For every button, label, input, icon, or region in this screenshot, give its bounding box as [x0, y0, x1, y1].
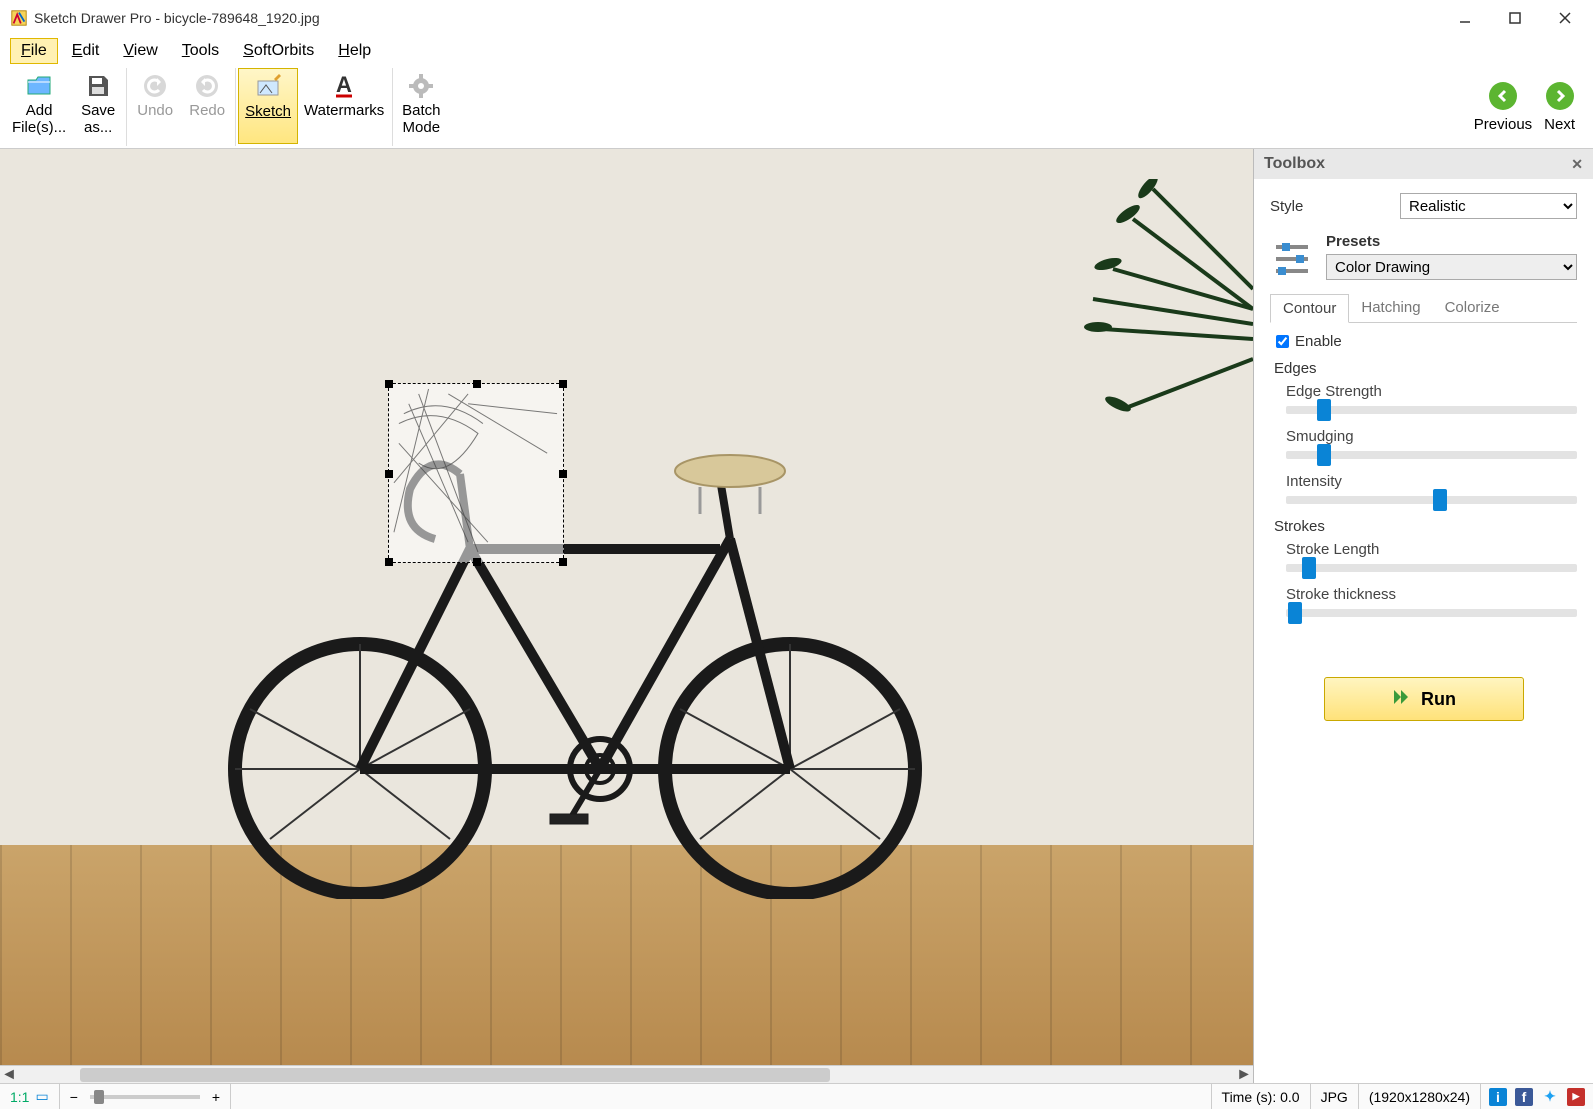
run-play-icon [1391, 687, 1411, 712]
title-bar: Sketch Drawer Pro - bicycle-789648_1920.… [0, 0, 1593, 36]
run-label: Run [1421, 689, 1456, 710]
next-arrow-icon [1546, 82, 1574, 110]
watermarks-icon: A [330, 72, 358, 100]
batch-mode-button[interactable]: Batch Mode [395, 68, 447, 144]
strokes-slider-label-0: Stroke Length [1286, 541, 1577, 558]
style-label: Style [1270, 198, 1400, 215]
menu-softorbits[interactable]: SoftOrbits [233, 39, 324, 63]
previous-label: Previous [1474, 116, 1532, 133]
presets-label: Presets [1326, 233, 1577, 250]
menu-bar: File Edit View Tools SoftOrbits Help [0, 36, 1593, 66]
toolbox-tabs: Contour Hatching Colorize [1270, 294, 1577, 323]
facebook-icon[interactable]: f [1515, 1088, 1533, 1106]
add-files-label: Add File(s)... [12, 102, 66, 137]
tab-colorize[interactable]: Colorize [1433, 294, 1512, 322]
enable-label: Enable [1295, 333, 1342, 350]
add-files-button[interactable]: Add File(s)... [6, 68, 72, 144]
youtube-icon[interactable]: ▶ [1567, 1088, 1585, 1106]
redo-button[interactable]: Redo [181, 68, 233, 144]
edges-slider-label-1: Smudging [1286, 428, 1577, 445]
menu-tools[interactable]: Tools [172, 39, 229, 63]
save-as-label: Save as... [81, 102, 115, 137]
canvas-area: ◄ ► [0, 149, 1253, 1083]
undo-button[interactable]: Undo [129, 68, 181, 144]
toolbox-panel: Toolbox ✕ Style Realistic Presets Color … [1253, 149, 1593, 1083]
scroll-left-arrow[interactable]: ◄ [0, 1066, 18, 1084]
status-dimensions: (1920x1280x24) [1359, 1084, 1481, 1109]
watermarks-button[interactable]: A Watermarks [298, 68, 390, 144]
close-button[interactable] [1555, 8, 1575, 28]
plant-decoration [1073, 179, 1253, 439]
undo-label: Undo [137, 102, 173, 119]
strokes-slider-1[interactable] [1286, 609, 1577, 617]
watermarks-label: Watermarks [304, 102, 384, 119]
presets-icon [1270, 235, 1314, 279]
tab-hatching[interactable]: Hatching [1349, 294, 1432, 322]
next-button[interactable]: Next [1544, 82, 1575, 133]
gear-icon [407, 72, 435, 100]
scroll-thumb[interactable] [80, 1068, 830, 1082]
edges-slider-1[interactable] [1286, 451, 1577, 459]
toolbox-title: Toolbox [1264, 155, 1325, 173]
maximize-button[interactable] [1505, 8, 1525, 28]
sketch-preview [389, 384, 563, 562]
previous-arrow-icon [1489, 82, 1517, 110]
redo-icon [193, 72, 221, 100]
redo-label: Redo [189, 102, 225, 119]
menu-view[interactable]: View [113, 39, 167, 63]
main-toolbar: Add File(s)... Save as... Undo Redo Sket… [0, 66, 1593, 148]
tab-contour[interactable]: Contour [1270, 294, 1349, 323]
window-title: Sketch Drawer Pro - bicycle-789648_1920.… [34, 10, 1455, 26]
strokes-slider-label-1: Stroke thickness [1286, 586, 1577, 603]
zoom-slider[interactable] [90, 1095, 200, 1099]
edges-slider-2[interactable] [1286, 496, 1577, 504]
minimize-button[interactable] [1455, 8, 1475, 28]
zoom-out-button[interactable]: − [70, 1089, 78, 1105]
save-icon [84, 72, 112, 100]
zoom-in-button[interactable]: + [212, 1089, 220, 1105]
edges-slider-label-2: Intensity [1286, 473, 1577, 490]
strokes-group-title: Strokes [1274, 518, 1577, 535]
status-bar: 1:1 ▭ − + Time (s): 0.0 JPG (1920x1280x2… [0, 1083, 1593, 1109]
info-icon[interactable]: i [1489, 1088, 1507, 1106]
previous-button[interactable]: Previous [1474, 82, 1532, 133]
undo-icon [141, 72, 169, 100]
menu-file[interactable]: File [10, 38, 58, 64]
nav-toolbar: Previous Next [1474, 82, 1589, 133]
sketch-button[interactable]: Sketch [238, 68, 298, 144]
horizontal-scrollbar[interactable]: ◄ ► [0, 1065, 1253, 1083]
toolbox-header: Toolbox ✕ [1254, 149, 1593, 179]
status-time: Time (s): 0.0 [1212, 1084, 1311, 1109]
menu-edit[interactable]: Edit [62, 39, 110, 63]
save-as-button[interactable]: Save as... [72, 68, 124, 144]
sketch-icon [254, 73, 282, 101]
edges-group-title: Edges [1274, 360, 1577, 377]
edges-slider-label-0: Edge Strength [1286, 383, 1577, 400]
menu-help[interactable]: Help [328, 39, 381, 63]
selection-rectangle[interactable] [388, 383, 564, 563]
app-icon [10, 9, 28, 27]
social-links: i f ✦ ▶ [1481, 1088, 1593, 1106]
status-format: JPG [1311, 1084, 1359, 1109]
twitter-icon[interactable]: ✦ [1541, 1088, 1559, 1106]
zoom-ratio-label: 1:1 [10, 1089, 29, 1105]
next-label: Next [1544, 116, 1575, 133]
image-canvas[interactable] [0, 149, 1253, 1065]
bicycle-image [200, 419, 950, 899]
edges-slider-0[interactable] [1286, 406, 1577, 414]
run-button[interactable]: Run [1324, 677, 1524, 721]
toolbox-close-button[interactable]: ✕ [1571, 156, 1583, 173]
sketch-label: Sketch [245, 103, 291, 120]
strokes-slider-0[interactable] [1286, 564, 1577, 572]
batch-mode-label: Batch Mode [402, 102, 440, 137]
folder-add-icon [25, 72, 53, 100]
fit-screen-icon[interactable]: ▭ [35, 1088, 48, 1105]
enable-checkbox[interactable] [1276, 335, 1289, 348]
svg-text:A: A [336, 72, 352, 97]
presets-dropdown[interactable]: Color Drawing [1326, 254, 1577, 280]
style-dropdown[interactable]: Realistic [1400, 193, 1577, 219]
scroll-right-arrow[interactable]: ► [1235, 1066, 1253, 1084]
